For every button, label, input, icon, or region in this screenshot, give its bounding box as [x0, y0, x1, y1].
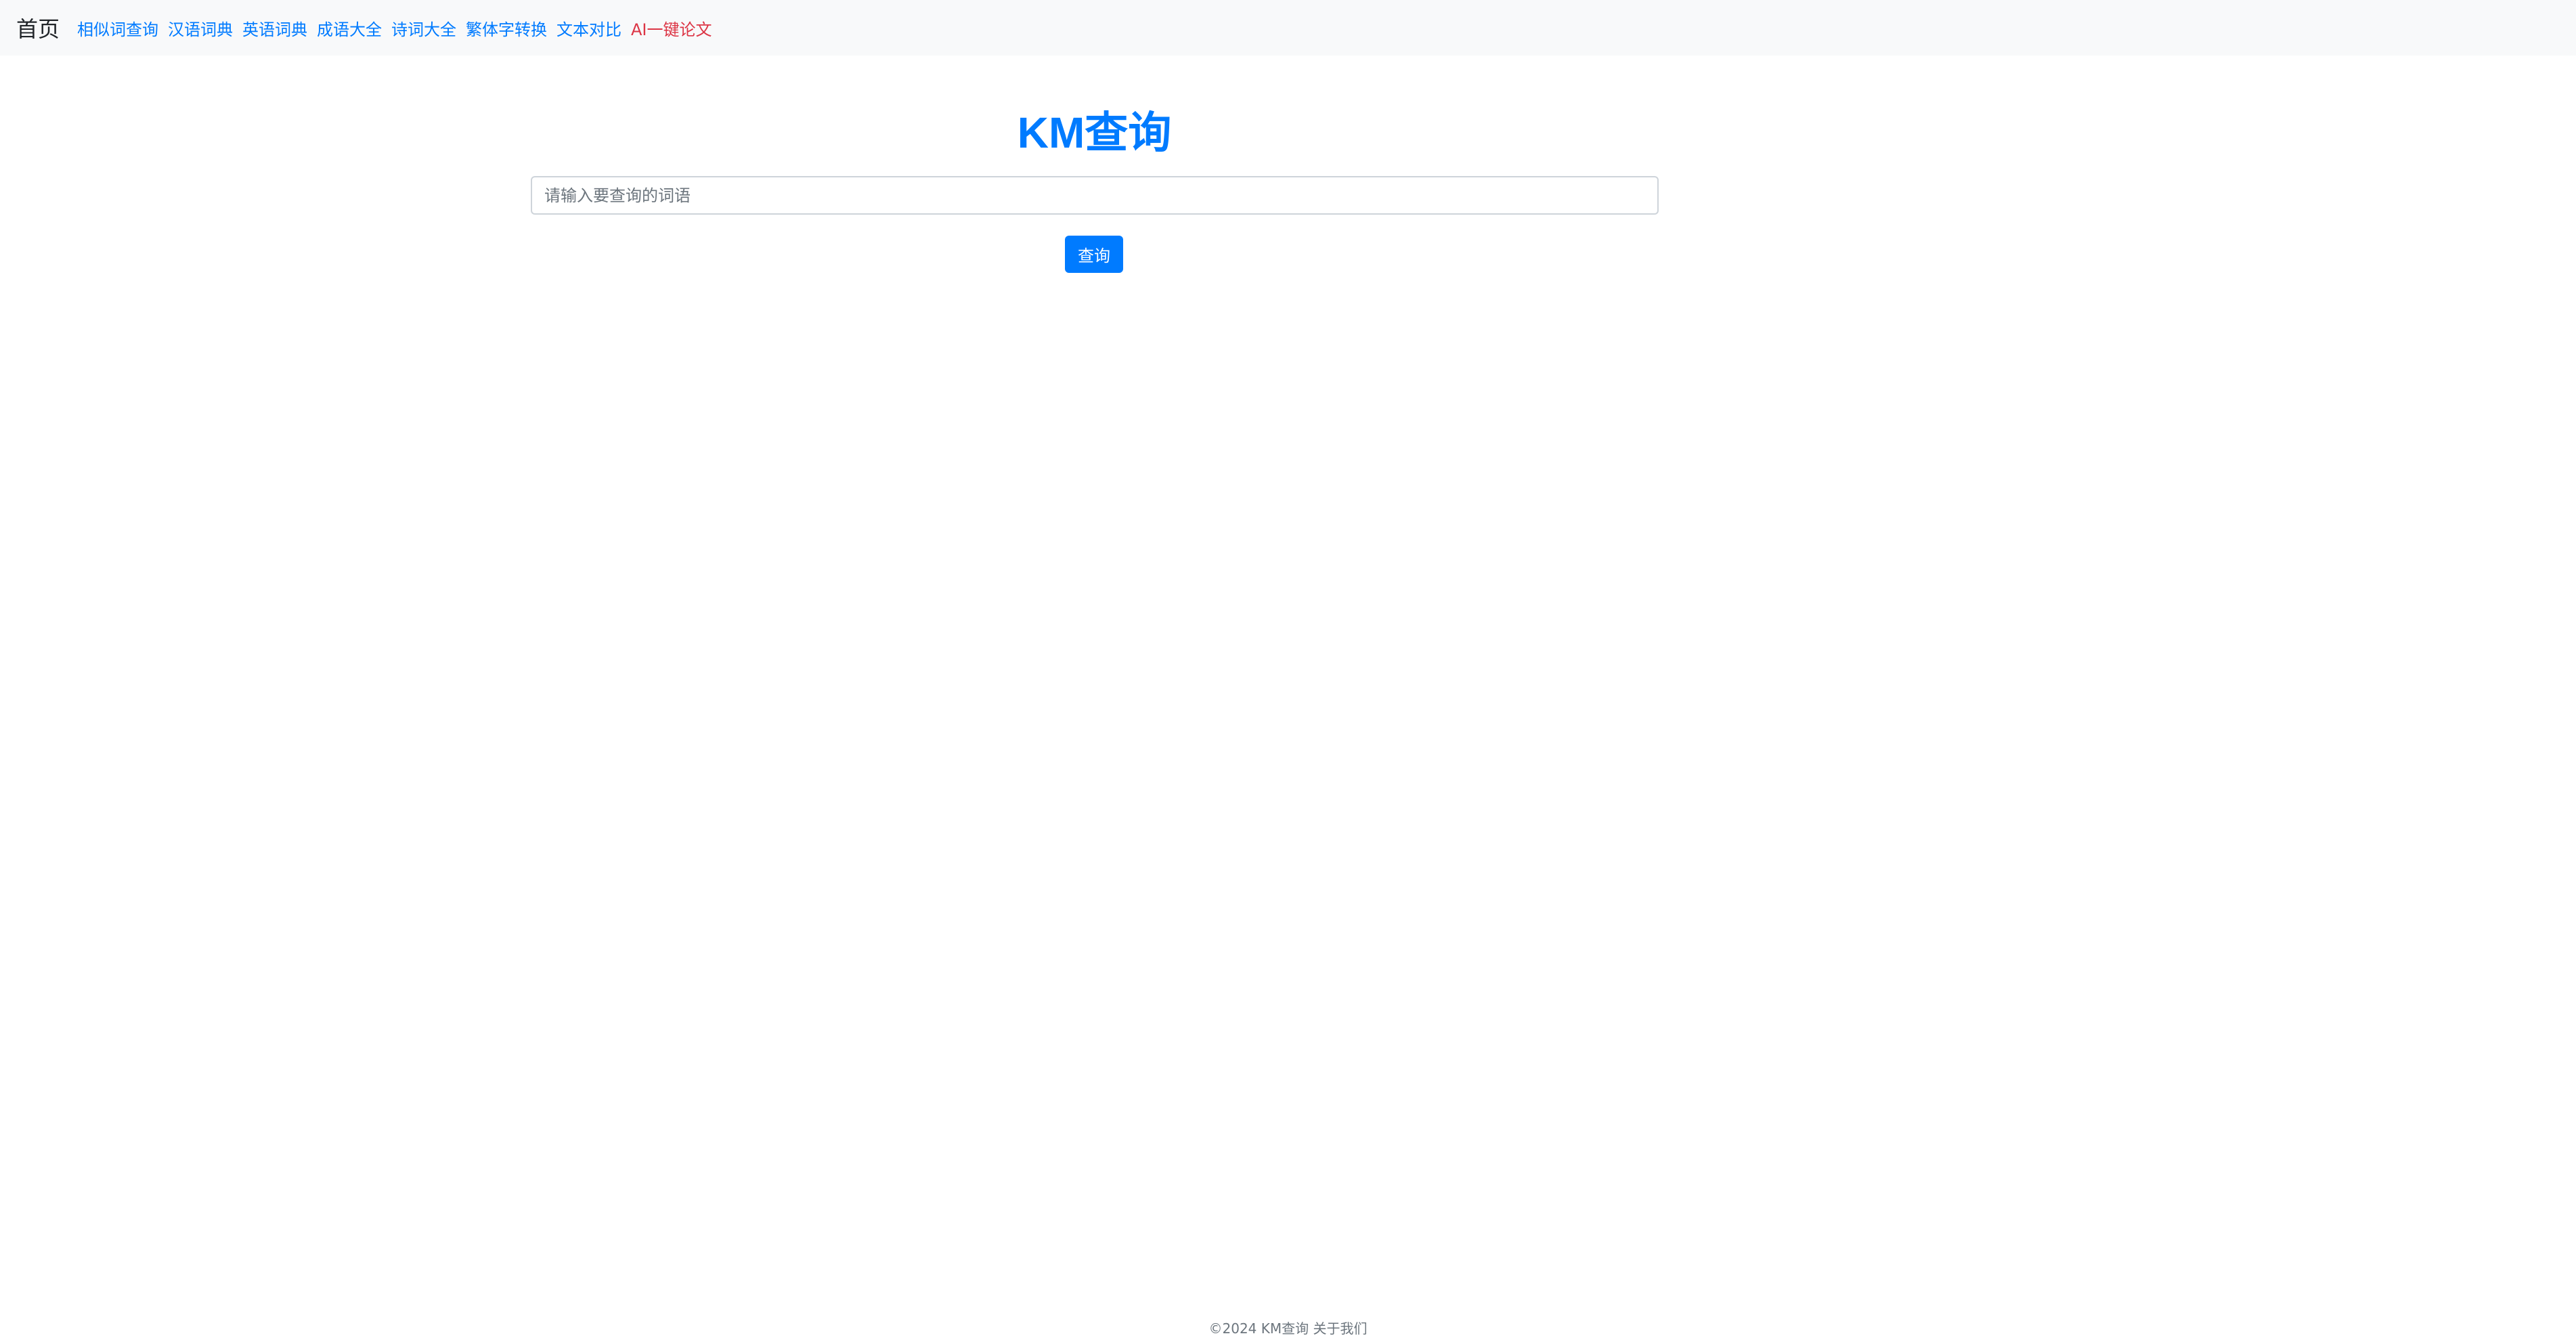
top-navbar: 首页 相似词查询 汉语词典 英语词典 成语大全 诗词大全 繁体字转换 文本对比 …: [0, 0, 2576, 56]
nav-link-idioms[interactable]: 成语大全: [317, 16, 382, 40]
nav-link-poetry[interactable]: 诗词大全: [391, 16, 456, 40]
nav-link-traditional-conversion[interactable]: 繁体字转换: [466, 16, 547, 40]
search-input[interactable]: [531, 176, 1659, 215]
footer-copyright: ©2024 KM查询: [1208, 1320, 1309, 1337]
search-button[interactable]: 查询: [1065, 236, 1123, 273]
nav-link-ai-paper[interactable]: AI一键论文: [631, 16, 712, 40]
nav-link-similar-words[interactable]: 相似词查询: [77, 16, 158, 40]
home-link[interactable]: 首页: [16, 12, 60, 43]
nav-link-chinese-dictionary[interactable]: 汉语词典: [168, 16, 233, 40]
nav-link-text-compare[interactable]: 文本对比: [556, 16, 621, 40]
nav-links: 相似词查询 汉语词典 英语词典 成语大全 诗词大全 繁体字转换 文本对比 AI一…: [77, 16, 712, 40]
footer-about-link[interactable]: 关于我们: [1313, 1320, 1368, 1337]
nav-link-english-dictionary[interactable]: 英语词典: [242, 16, 307, 40]
page-title: KM查询: [1017, 108, 1172, 157]
footer: ©2024 KM查询 关于我们: [0, 1319, 2576, 1338]
